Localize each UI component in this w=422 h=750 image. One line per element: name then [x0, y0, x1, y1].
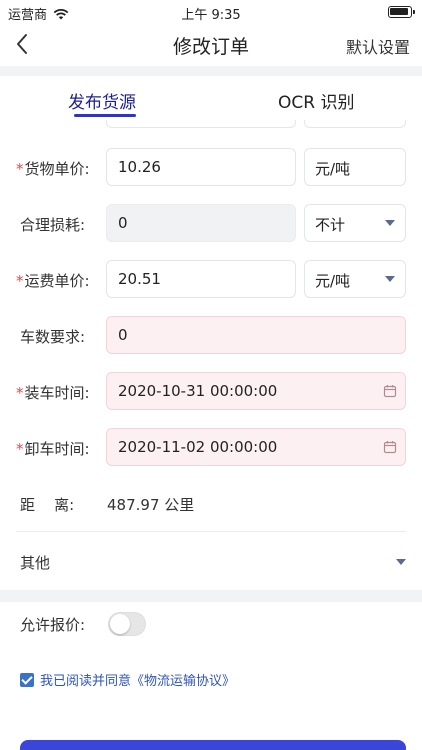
- unloading-time-picker[interactable]: 2020-11-02 00:00:00: [106, 428, 406, 466]
- other-label: 其他: [20, 554, 51, 572]
- section-separator: [0, 66, 422, 76]
- vehicle-count-input[interactable]: 0: [106, 316, 406, 354]
- vehicle-count-label: 车数要求:: [20, 328, 86, 346]
- calendar-icon: [383, 385, 397, 398]
- loading-time-label: *装车时间:: [16, 382, 90, 403]
- freight-unit-select[interactable]: 元/吨: [304, 260, 406, 298]
- input-value: 0: [118, 326, 128, 344]
- distance-value: 487.97 公里: [107, 496, 195, 514]
- input-value: 10.26: [118, 158, 161, 176]
- freight-unit-price-input[interactable]: 20.51: [106, 260, 296, 298]
- caret-down-icon: [396, 559, 406, 565]
- row-other-expander[interactable]: 其他: [0, 542, 422, 582]
- loading-time-picker[interactable]: 2020-10-31 00:00:00: [106, 372, 406, 410]
- section-separator: [0, 590, 422, 602]
- required-mark: *: [16, 272, 24, 290]
- required-mark: *: [16, 384, 24, 402]
- select-value: 元/吨: [315, 272, 351, 290]
- divider: [16, 531, 406, 532]
- tab-ocr[interactable]: OCR 识别: [278, 88, 354, 113]
- toggle-knob: [110, 614, 130, 634]
- tab-publish-cargo[interactable]: 发布货源: [68, 88, 136, 113]
- calendar-icon: [383, 441, 397, 454]
- row-reasonable-loss: 合理损耗: 0 不计: [0, 204, 422, 244]
- input-value: 0: [118, 214, 128, 232]
- row-loading-time: *装车时间: 2020-10-31 00:00:00: [0, 372, 422, 412]
- reasonable-loss-input: 0: [106, 204, 296, 242]
- default-settings-button[interactable]: 默认设置: [346, 34, 410, 58]
- row-allow-quote: 允许报价:: [0, 606, 422, 646]
- input-value: 2020-11-02 00:00:00: [118, 438, 278, 456]
- freight-unit-price-label: *运费单价:: [16, 270, 90, 291]
- distance-label: 距 离:: [20, 496, 75, 514]
- caret-down-icon: [385, 276, 395, 282]
- label-text: 运费单价:: [24, 272, 90, 290]
- unit-value: 元/吨: [315, 160, 351, 178]
- allow-quote-toggle[interactable]: [108, 612, 146, 636]
- required-mark: *: [16, 440, 24, 458]
- agreement-row: 我已阅读并同意《物流运输协议》: [20, 670, 235, 689]
- cargo-unit-price-input[interactable]: 10.26: [106, 148, 296, 186]
- cargo-unit-price-label: *货物单价:: [16, 158, 90, 179]
- row-unloading-time: *卸车时间: 2020-11-02 00:00:00: [0, 428, 422, 468]
- row-cargo-unit-price: *货物单价: 10.26 元/吨: [0, 148, 422, 188]
- unloading-time-label: *卸车时间:: [16, 438, 90, 459]
- allow-quote-label: 允许报价:: [20, 616, 86, 634]
- nav-bar: 修改订单 默认设置: [0, 24, 422, 64]
- agreement-checkbox[interactable]: [20, 672, 34, 687]
- row-distance: 距 离: 487.97 公里: [0, 484, 422, 524]
- loss-mode-select[interactable]: 不计: [304, 204, 406, 242]
- agreement-link[interactable]: 我已阅读并同意《物流运输协议》: [40, 670, 235, 689]
- label-text: 卸车时间:: [24, 440, 90, 458]
- required-mark: *: [16, 160, 24, 178]
- tab-bar: 发布货源 OCR 识别: [0, 76, 422, 120]
- label-text: 货物单价:: [24, 160, 90, 178]
- cargo-unit-field: 元/吨: [304, 148, 406, 186]
- submit-button[interactable]: [20, 740, 406, 750]
- caret-down-icon: [385, 220, 395, 226]
- battery-icon: [388, 6, 415, 18]
- label-text: 装车时间:: [24, 384, 90, 402]
- active-tab-indicator: [74, 114, 136, 117]
- status-time: 上午 9:35: [181, 8, 241, 23]
- reasonable-loss-label: 合理损耗:: [20, 216, 86, 234]
- row-freight-unit-price: *运费单价: 20.51 元/吨: [0, 260, 422, 300]
- status-bar: 运营商 上午 9:35: [0, 0, 422, 24]
- row-vehicle-count: 车数要求: 0: [0, 316, 422, 356]
- input-value: 20.51: [118, 270, 161, 288]
- input-value: 2020-10-31 00:00:00: [118, 382, 278, 400]
- select-value: 不计: [315, 216, 346, 234]
